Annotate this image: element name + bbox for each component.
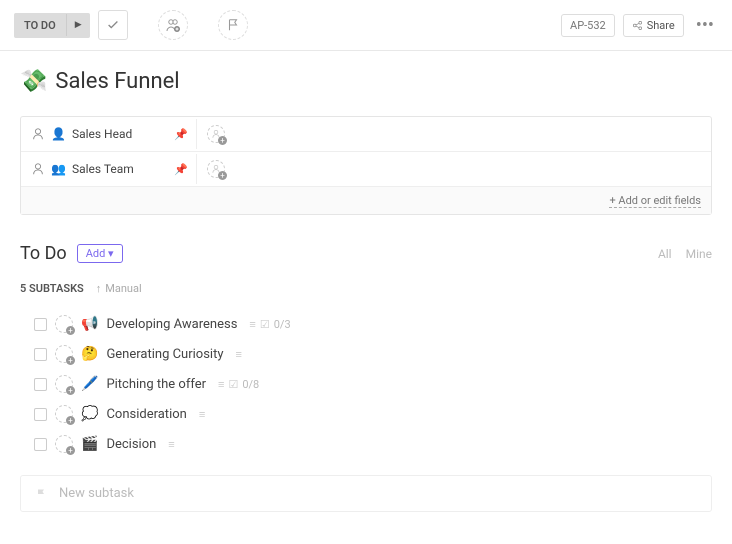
toolbar: TO DO ▶ AP-532 Share ••• [0,0,732,51]
task-emoji-icon: 🖊️ [81,376,98,392]
share-label: Share [647,19,675,32]
checklist-icon: ☑ [260,318,270,331]
assignee-icon[interactable] [55,315,73,333]
custom-fields-box: 👤 Sales Head 📌 👥 Sales Team 📌 [20,116,712,215]
filter-mine[interactable]: Mine [686,247,712,261]
add-button[interactable]: Add ▾ [77,244,123,263]
task-name: Consideration [106,407,186,422]
description-icon: ≡ [168,438,174,451]
person-icon [31,162,45,176]
description-icon: ≡ [199,408,205,421]
task-emoji-icon: 📢 [81,316,98,332]
task-meta: ≡ ☑ 0/8 [218,378,259,391]
task-id-chip[interactable]: AP-532 [561,14,615,37]
person-filled-icon: 👤 [51,127,66,141]
complete-button[interactable] [98,10,128,40]
add-fields-link[interactable]: + Add or edit fields [609,194,701,208]
title-emoji-icon: 💸 [20,69,47,94]
pin-icon[interactable]: 📌 [174,163,188,176]
add-person-icon[interactable] [207,125,225,143]
subtask-item[interactable]: 🖊️ Pitching the offer ≡ ☑ 0/8 [20,369,712,399]
status-button[interactable]: TO DO ▶ [14,13,90,38]
add-person-icon[interactable] [207,160,225,178]
checklist-count: 0/8 [242,378,259,391]
checklist-count: 0/3 [274,318,291,331]
status-label: TO DO [14,13,66,38]
description-icon: ≡ [249,318,255,331]
subtask-item[interactable]: 📢 Developing Awareness ≡ ☑ 0/3 [20,309,712,339]
person-icon [31,127,45,141]
subtask-item[interactable]: 💭 Consideration ≡ [20,399,712,429]
section-title: To Do [20,243,67,264]
field-label-cell[interactable]: 👤 Sales Head 📌 [21,119,197,149]
field-value-cell[interactable] [197,152,711,186]
field-label: Sales Team [72,162,134,176]
subtasks-header: 5 SUBTASKS ↑ Manual [20,282,712,295]
description-icon: ≡ [218,378,224,391]
share-button[interactable]: Share [623,14,684,37]
field-label: Sales Head [72,127,132,141]
subtask-item[interactable]: 🤔 Generating Curiosity ≡ [20,339,712,369]
flag-icon [35,488,47,500]
new-subtask-input[interactable]: New subtask [20,475,712,512]
section-header: To Do Add ▾ All Mine [20,243,712,264]
description-icon: ≡ [235,348,241,361]
checkbox[interactable] [34,408,47,421]
sort-control[interactable]: ↑ Manual [96,282,142,295]
checkbox[interactable] [34,348,47,361]
more-menu-button[interactable]: ••• [692,15,718,36]
arrow-up-icon: ↑ [96,282,102,295]
assignee-icon[interactable] [55,345,73,363]
field-row: 👤 Sales Head 📌 [21,117,711,152]
assignees-button[interactable] [158,10,188,40]
subtask-item[interactable]: 🎬 Decision ≡ [20,429,712,459]
assignee-icon[interactable] [55,435,73,453]
sort-label: Manual [105,282,141,295]
new-subtask-placeholder: New subtask [59,486,134,501]
task-meta: ≡ [235,348,241,361]
field-value-cell[interactable] [197,117,711,151]
task-meta: ≡ [168,438,174,451]
checkbox[interactable] [34,318,47,331]
task-meta: ≡ ☑ 0/3 [249,318,290,331]
filter-all[interactable]: All [658,247,672,261]
task-name: Generating Curiosity [106,347,223,362]
status-caret-icon[interactable]: ▶ [66,14,90,36]
checkbox[interactable] [34,378,47,391]
assignee-icon[interactable] [55,375,73,393]
share-icon [632,20,643,31]
checklist-icon: ☑ [228,378,238,391]
task-emoji-icon: 💭 [81,406,98,422]
assignee-icon[interactable] [55,405,73,423]
content-area: 💸 Sales Funnel 👤 Sales Head 📌 👥 Sales Te… [0,51,732,530]
priority-flag-button[interactable] [218,10,248,40]
pin-icon[interactable]: 📌 [174,128,188,141]
people-filled-icon: 👥 [51,162,66,176]
title-row: 💸 Sales Funnel [20,69,712,94]
task-meta: ≡ [199,408,205,421]
page-title[interactable]: Sales Funnel [55,69,179,94]
subtask-list: 📢 Developing Awareness ≡ ☑ 0/3 🤔 Generating Cu… [20,309,712,459]
field-label-cell[interactable]: 👥 Sales Team 📌 [21,154,197,184]
subtasks-count: 5 SUBTASKS [20,282,84,295]
task-emoji-icon: 🤔 [81,346,98,362]
field-row: 👥 Sales Team 📌 [21,152,711,187]
task-name: Developing Awareness [106,317,237,332]
task-name: Pitching the offer [106,377,206,392]
task-name: Decision [106,437,156,452]
task-emoji-icon: 🎬 [81,436,98,452]
fields-footer: + Add or edit fields [21,187,711,214]
checkbox[interactable] [34,438,47,451]
